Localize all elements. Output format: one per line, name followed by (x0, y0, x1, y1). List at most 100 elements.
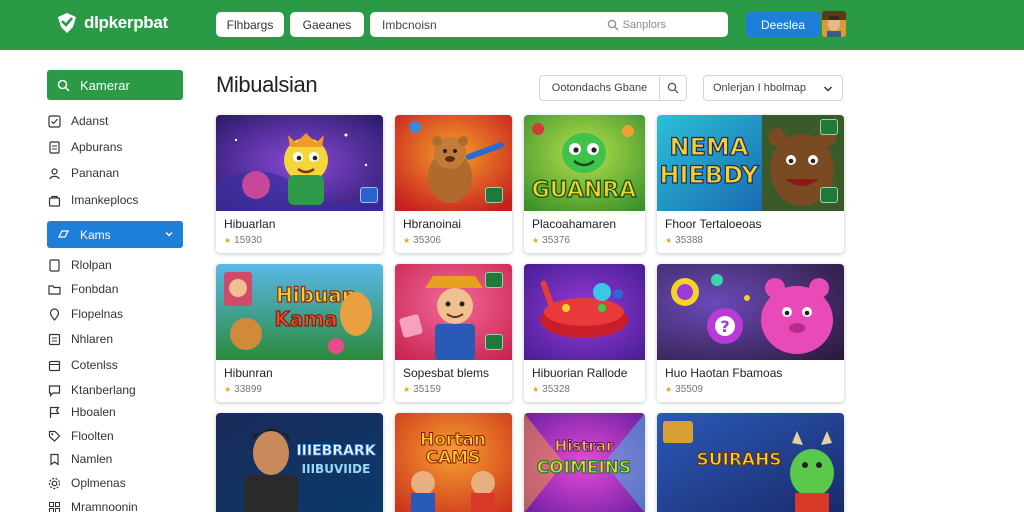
store-icon (48, 195, 61, 207)
game-card-9[interactable]: IIIEBRARK IIIBUVIIDE (216, 413, 383, 512)
sidebar-item-label: Nhlaren (71, 332, 114, 346)
filter-search[interactable]: Ootondachs Gbane (539, 75, 687, 101)
nav-pill-2[interactable]: Gaeanes (290, 12, 364, 37)
play-count: 35509 (675, 384, 703, 395)
game-card-5[interactable]: Hibuan Kama Hibunran ★ 33899 (216, 264, 383, 402)
game-meta: ★ 35388 (665, 235, 703, 246)
sidebar-item-label: Imankeplocs (71, 193, 139, 207)
platform-badge (820, 119, 838, 135)
game-card-10[interactable]: Hortan CAMS (395, 413, 512, 512)
sidebar-subitem-10[interactable]: Oplmenas (48, 476, 126, 490)
sidebar-item-1[interactable]: Adanst (48, 114, 108, 128)
action-button[interactable]: Deeslea (746, 12, 820, 37)
game-thumbnail: GUANRA (524, 115, 645, 211)
brand-logo[interactable]: dlpkerpbat (56, 12, 168, 34)
play-count: 35376 (542, 235, 570, 246)
thumb-art-text: IIIEBRARK (296, 443, 376, 459)
sidebar-subitem-1[interactable]: Rlolpan (48, 258, 112, 272)
game-card-6[interactable]: Sopesbat blems ★ 35159 (395, 264, 512, 402)
thumb-art-text: NEMA (670, 133, 749, 161)
folder-icon (48, 284, 61, 295)
game-thumbnail (395, 115, 512, 211)
page-title: Mibualsian (216, 72, 318, 97)
search-input[interactable]: Imbcnoisn Sanplors (370, 12, 728, 37)
sidebar-item-4[interactable]: Imankeplocs (48, 193, 138, 207)
game-thumbnail (216, 115, 383, 211)
star-icon: ★ (224, 385, 232, 394)
sidebar-subitem-3[interactable]: Flopelnas (48, 307, 123, 321)
thumb-art-text: Kama (274, 307, 337, 331)
game-card-8[interactable]: ? Huo Haotan Fbamoas ★ 35509 (657, 264, 844, 402)
play-count: 15930 (234, 235, 262, 246)
game-meta: ★ 35509 (665, 384, 703, 395)
avatar[interactable] (822, 11, 846, 37)
list-icon (48, 333, 61, 345)
document-icon (49, 140, 60, 154)
location-icon (49, 307, 60, 321)
calendar-icon (48, 360, 61, 371)
game-title: Hibuorian Rallode (532, 366, 628, 380)
star-icon: ★ (403, 385, 411, 394)
game-card-12[interactable]: SUIRAHS (657, 413, 844, 512)
game-meta: ★ 35306 (403, 235, 441, 246)
sidebar-subitem-2[interactable]: Fonbdan (48, 282, 118, 296)
search-icon (57, 79, 70, 92)
sidebar-subitem-7[interactable]: Hboalen (48, 405, 116, 419)
sidebar-item-label: Mramnoonin (71, 500, 138, 512)
star-icon: ★ (403, 236, 411, 245)
search-icon (607, 19, 619, 30)
game-title: Huo Haotan Fbamoas (665, 366, 783, 380)
sort-dropdown[interactable]: Onlerjan I hbolmap (703, 75, 843, 101)
thumb-art-text: Histrar (555, 437, 614, 455)
platform-badge (360, 187, 378, 203)
sidebar-item-label: Fonbdan (71, 282, 119, 296)
game-card-2[interactable]: Hbranoinai ★ 35306 (395, 115, 512, 253)
star-icon: ★ (532, 385, 540, 394)
play-count: 35388 (675, 235, 703, 246)
sidebar-item-label: Hboalen (71, 405, 116, 419)
game-thumbnail: SUIRAHS (657, 413, 844, 512)
sidebar-subitem-11[interactable]: Mramnoonin (48, 500, 138, 512)
platform-badge (485, 187, 503, 203)
sidebar-subitem-9[interactable]: Namlen (48, 452, 112, 466)
sort-label: Onlerjan I hbolmap (713, 82, 806, 94)
sidebar-subitem-8[interactable]: Floolten (48, 429, 114, 443)
game-thumbnail: NEMA HIEBDY (657, 115, 844, 211)
top-bar: dlpkerpbat Flhbargs Gaeanes Imbcnoisn Sa… (0, 0, 1024, 50)
sidebar-item-label: Rlolpan (71, 258, 112, 272)
platform-badge (485, 334, 503, 350)
sidebar-item-2[interactable]: Apburans (48, 140, 122, 154)
nav-pill-1[interactable]: Flhbargs (216, 12, 284, 37)
game-card-1[interactable]: Hibuarlan ★ 15930 (216, 115, 383, 253)
user-icon (49, 167, 60, 179)
sidebar-item-3[interactable]: Pananan (48, 166, 119, 180)
sidebar-item-label: Cotenlss (71, 358, 118, 372)
sidebar-subitem-4[interactable]: Nhlaren (48, 332, 113, 346)
flag-icon (49, 406, 60, 418)
play-count: 35306 (413, 235, 441, 246)
sidebar-item-label: Namlen (71, 452, 113, 466)
game-card-3[interactable]: GUANRA Placoahamaren ★ 35376 (524, 115, 645, 253)
settings-icon (48, 477, 61, 489)
sidebar-item-top[interactable]: Kamerar (47, 70, 183, 100)
chevron-down-icon (823, 86, 833, 92)
game-thumbnail: IIIEBRARK IIIBUVIIDE (216, 413, 383, 512)
game-thumbnail: Hibuan Kama (216, 264, 383, 360)
sidebar-subitem-6[interactable]: Ktanberlang (48, 383, 136, 397)
game-card-11[interactable]: Histrar COIMEINS (524, 413, 645, 512)
game-title: Hibunran (224, 366, 273, 380)
game-card-4[interactable]: NEMA HIEBDY Fhoor Tertaloeoas ★ 35388 (657, 115, 844, 253)
chevron-down-icon (165, 232, 173, 237)
gamepad-icon (57, 230, 70, 238)
sidebar-subitem-5[interactable]: Cotenlss (48, 358, 118, 372)
sidebar-item-label: Floolten (71, 429, 114, 443)
game-card-7[interactable]: Hibuorian Rallode ★ 35328 (524, 264, 645, 402)
play-count: 33899 (234, 384, 262, 395)
sidebar-item-section[interactable]: Kams (47, 221, 183, 248)
game-thumbnail: Histrar COIMEINS (524, 413, 645, 512)
star-icon: ★ (665, 236, 673, 245)
play-count: 35328 (542, 384, 570, 395)
brand-name: dlpkerpbat (84, 13, 168, 32)
bookmark-icon (50, 453, 59, 466)
shield-logo-icon (58, 13, 76, 33)
